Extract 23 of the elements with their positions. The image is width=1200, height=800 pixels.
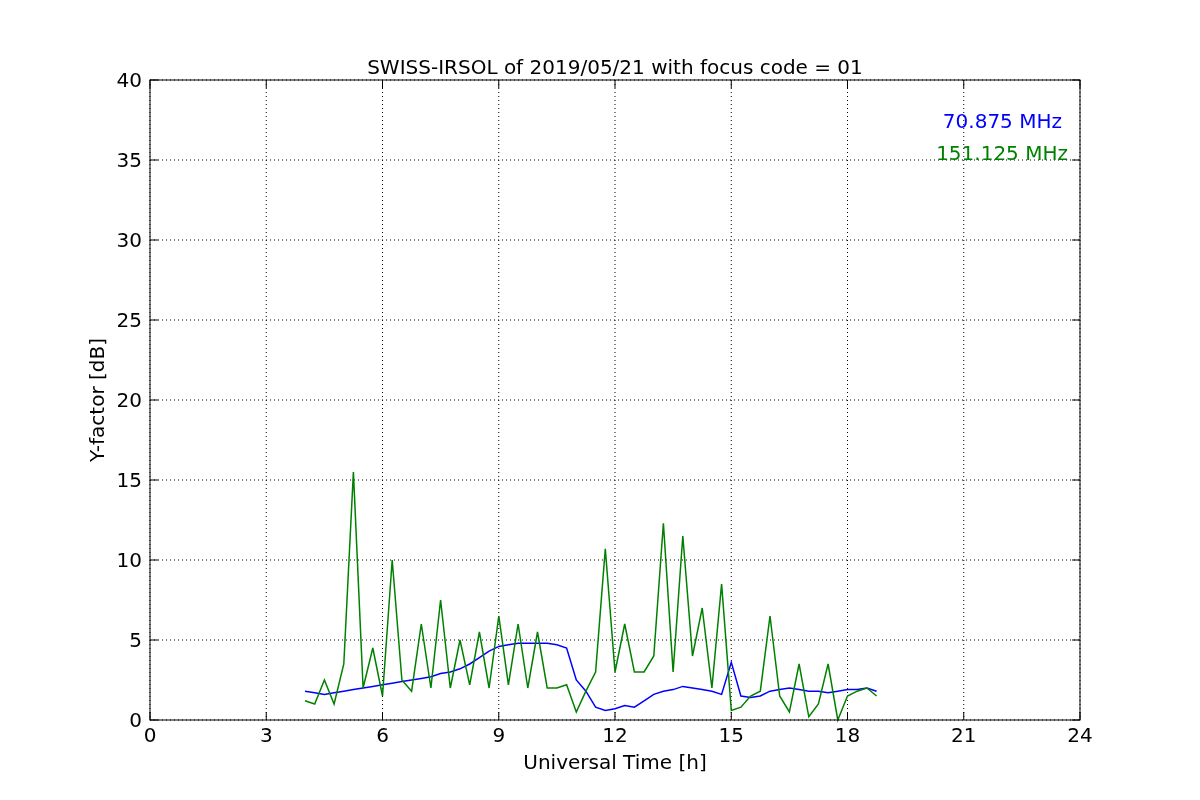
chart-title: SWISS-IRSOL of 2019/05/21 with focus code = 01	[367, 55, 863, 79]
x-tick-label: 6	[376, 723, 389, 747]
y-tick-label: 5	[129, 628, 142, 652]
y-tick-label: 25	[116, 308, 142, 332]
x-tick-label: 21	[951, 723, 977, 747]
legend-label: 70.875 MHz	[942, 109, 1062, 133]
y-tick-label: 10	[116, 548, 142, 572]
x-tick-label: 3	[259, 723, 273, 747]
y-tick-label: 15	[116, 468, 142, 492]
y-tick-label: 40	[116, 68, 142, 92]
x-axis-label: Universal Time [h]	[523, 750, 707, 774]
x-tick-label: 18	[834, 723, 861, 747]
legend-label: 151.125 MHz	[936, 141, 1068, 165]
x-tick-label: 12	[602, 723, 628, 747]
y-tick-label: 30	[116, 228, 142, 252]
x-tick-label: 15	[718, 723, 744, 747]
x-tick-label: 0	[143, 723, 157, 747]
y-tick-label: 20	[116, 388, 142, 412]
y-tick-label: 35	[116, 148, 142, 172]
y-tick-label: 0	[129, 708, 142, 732]
x-tick-label: 9	[492, 723, 506, 747]
y-axis-label: Y-factor [dB]	[85, 338, 109, 462]
x-tick-label: 24	[1067, 723, 1093, 747]
